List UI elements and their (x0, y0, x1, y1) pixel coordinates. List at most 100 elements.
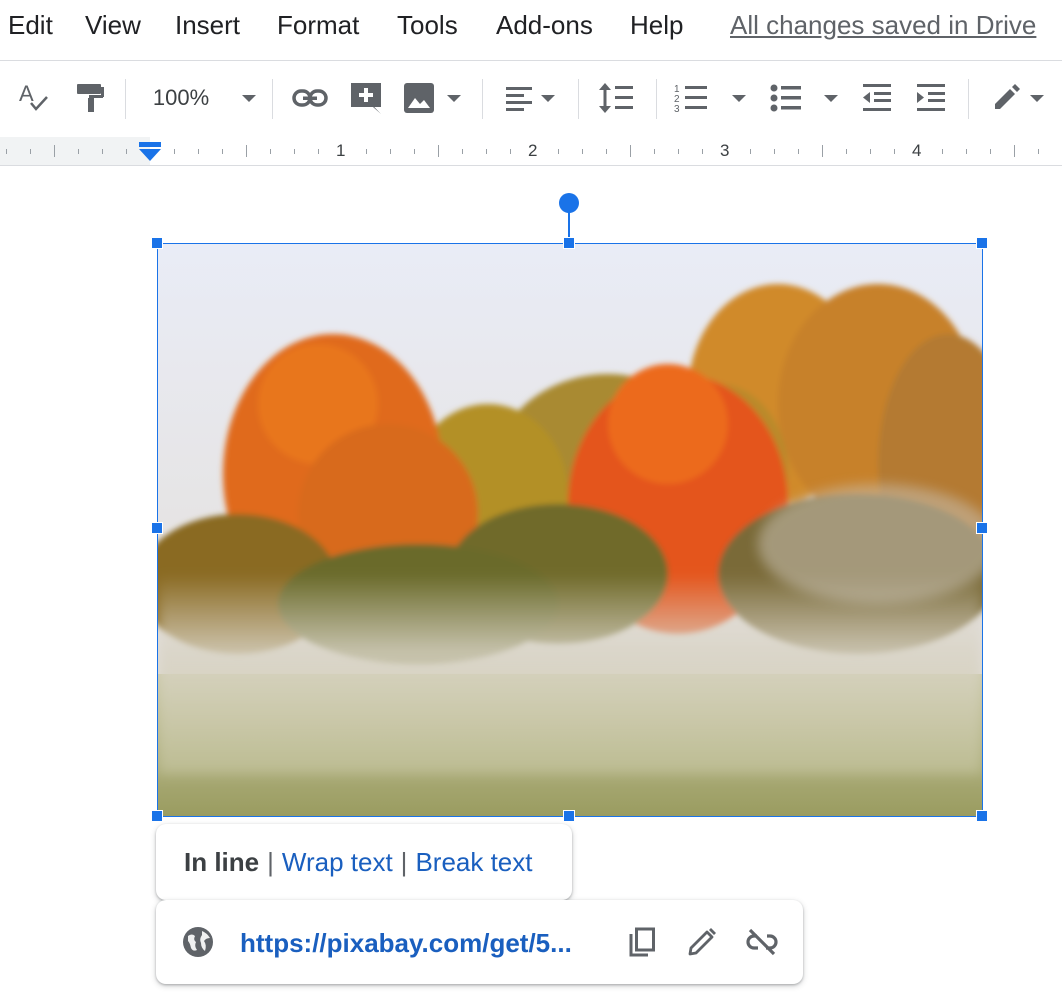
ruler-tick (486, 148, 487, 154)
ruler-number: 3 (720, 141, 730, 160)
ruler-tick (846, 148, 847, 154)
spellcheck-icon: A (19, 81, 48, 111)
menu-insert[interactable]: Insert (175, 10, 240, 41)
ruler-tick (462, 148, 463, 154)
align-icon (506, 87, 532, 111)
insert-link-button[interactable] (288, 75, 332, 121)
resize-handle-bottom[interactable] (563, 810, 575, 822)
option-separator: | (267, 846, 274, 877)
remove-link-button[interactable] (744, 924, 780, 960)
pencil-icon (688, 928, 716, 956)
resize-handle-right[interactable] (976, 522, 988, 534)
image-wrap-options: In line | Wrap text | Break text (156, 824, 572, 900)
ruler-tick (894, 148, 895, 154)
menu-addons[interactable]: Add-ons (496, 10, 593, 41)
bulleted-list-button[interactable] (768, 75, 842, 121)
break-text-option[interactable]: Break text (415, 847, 532, 878)
ruler-tick (294, 148, 295, 154)
ruler-tick (990, 148, 991, 154)
decrease-indent-button[interactable] (858, 75, 896, 121)
ruler-tick (774, 148, 775, 154)
resize-handle-top[interactable] (563, 237, 575, 249)
ruler-tick (654, 148, 655, 154)
link-url[interactable]: https://pixabay.com/get/5... (240, 928, 572, 959)
ruler-tick (6, 148, 7, 154)
ruler-tick (246, 145, 247, 157)
ruler: 1 2 3 4 (0, 137, 1062, 166)
ruler-tick (438, 145, 439, 157)
numbered-list-icon: 1 2 3 (674, 84, 707, 115)
wrap-text-option[interactable]: Wrap text (282, 847, 393, 878)
menu-view[interactable]: View (85, 10, 141, 41)
paint-format-button[interactable] (72, 75, 108, 121)
add-comment-button[interactable] (346, 75, 386, 121)
resize-handle-top-left[interactable] (151, 237, 163, 249)
add-comment-icon (351, 83, 381, 114)
image-icon (404, 83, 434, 113)
svg-text:3: 3 (674, 104, 680, 115)
menu-bar: Edit View Insert Format Tools Add-ons He… (0, 0, 1062, 56)
resize-handle-bottom-right[interactable] (976, 810, 988, 822)
ruler-number: 2 (528, 141, 538, 160)
ruler-tick (510, 148, 511, 154)
menu-format[interactable]: Format (277, 10, 359, 41)
ruler-tick (30, 148, 31, 154)
spellcheck-button[interactable]: A (14, 75, 54, 121)
save-status-link[interactable]: All changes saved in Drive (730, 10, 1036, 41)
svg-text:A: A (19, 81, 34, 106)
ruler-tick (270, 148, 271, 154)
ruler-tick (174, 148, 175, 154)
ruler-tick (198, 148, 199, 154)
editing-mode-button[interactable] (986, 75, 1052, 121)
ruler-tick (1038, 148, 1039, 154)
option-separator: | (400, 846, 408, 877)
chevron-down-icon (447, 95, 461, 102)
bulleted-list-icon (770, 84, 801, 112)
rotate-handle[interactable] (559, 193, 579, 213)
numbered-list-button[interactable]: 1 2 3 (672, 75, 750, 121)
align-button[interactable] (500, 75, 562, 121)
zoom-select[interactable]: 100% (150, 75, 262, 121)
ruler-tick (702, 148, 703, 154)
in-line-option[interactable]: In line (184, 847, 259, 878)
menu-tools[interactable]: Tools (397, 10, 458, 41)
chevron-down-icon (1030, 95, 1044, 102)
ruler-tick (678, 148, 679, 154)
editing-mode-icon (995, 84, 1020, 109)
ruler-tick (582, 148, 583, 154)
resize-handle-left[interactable] (151, 522, 163, 534)
ruler-tick (942, 148, 943, 154)
ruler-number: 4 (912, 141, 922, 160)
ruler-tick (606, 148, 607, 154)
zoom-value: 100% (152, 85, 210, 110)
ruler-tick (366, 148, 367, 154)
resize-handle-bottom-left[interactable] (151, 810, 163, 822)
link-icon (292, 89, 328, 107)
line-spacing-icon (599, 83, 633, 113)
ruler-number: 1 (336, 141, 346, 160)
copy-link-button[interactable] (624, 924, 660, 960)
ruler-tick (870, 148, 871, 154)
increase-indent-button[interactable] (912, 75, 950, 121)
ruler-tick (966, 148, 967, 154)
selected-image[interactable] (157, 243, 983, 817)
resize-handle-top-right[interactable] (976, 237, 988, 249)
menu-edit[interactable]: Edit (8, 10, 53, 41)
autumn-trees-photo (158, 244, 982, 816)
menu-help[interactable]: Help (630, 10, 683, 41)
ruler-tick (390, 148, 391, 154)
unlink-icon (746, 928, 778, 956)
chevron-down-icon (732, 95, 746, 102)
line-spacing-button[interactable] (594, 75, 638, 121)
decrease-indent-icon (863, 84, 891, 111)
ruler-tick (1014, 145, 1015, 157)
edit-link-button[interactable] (684, 924, 720, 960)
insert-image-button[interactable] (400, 75, 466, 121)
ruler-tick (558, 148, 559, 154)
chevron-down-icon (541, 95, 555, 102)
indent-marker-icon[interactable] (138, 141, 162, 163)
ruler-tick (822, 145, 823, 157)
ruler-tick (798, 148, 799, 154)
ruler-tick (318, 148, 319, 154)
link-popup: https://pixabay.com/get/5... (156, 900, 803, 984)
